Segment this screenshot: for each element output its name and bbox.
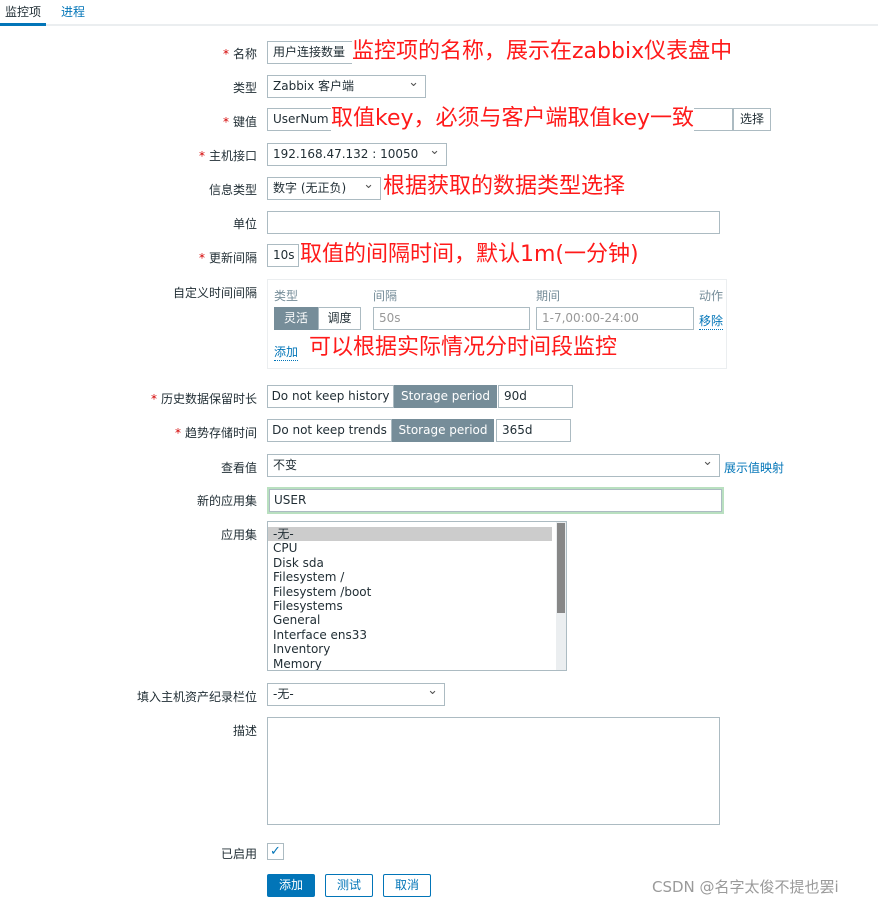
inventory-select[interactable]: -无- <box>267 683 445 706</box>
key-annotation: 取值key，必须与客户端取值key一致 <box>331 106 695 132</box>
application-option[interactable]: Inventory <box>268 642 566 656</box>
application-option[interactable]: -无- <box>268 527 552 542</box>
value-mapping-link[interactable]: 展示值映射 <box>724 459 784 476</box>
header-period: 期间 <box>536 289 561 303</box>
name-label: * 名称 <box>222 47 257 61</box>
interval-input[interactable]: 50s <box>373 307 530 330</box>
cancel-button[interactable]: 取消 <box>383 874 431 897</box>
add-interval-link[interactable]: 添加 <box>274 343 299 361</box>
units-input[interactable] <box>267 211 720 234</box>
trends-storage-button[interactable]: Storage period <box>392 419 494 442</box>
applications-listbox[interactable]: -无- CPU Disk sda Filesystem / Filesystem /bo… <box>267 521 567 671</box>
trends-input[interactable]: 365d <box>496 419 571 442</box>
custom-intervals-table: 类型 间隔 期间 动作 灵活 调度 50s 1-7,00:00-24:00 移除… <box>267 279 727 369</box>
custom-intervals-annotation: 可以根据实际情况分时间段监控 <box>309 335 618 360</box>
application-option[interactable]: Filesystem /boot <box>268 585 566 599</box>
info-type-select[interactable]: 数字 (无正负) <box>267 177 381 200</box>
application-option[interactable]: Memory <box>268 657 566 670</box>
history-input[interactable]: 90d <box>498 385 573 408</box>
history-storage-button[interactable]: Storage period <box>394 385 497 408</box>
trends-no-keep-button[interactable]: Do not keep trends <box>267 419 392 442</box>
type-select[interactable]: Zabbix 客户端 <box>267 75 426 98</box>
show-value-value: 不变 <box>273 458 298 472</box>
application-option[interactable]: Disk sda <box>268 556 566 570</box>
units-label: 单位 <box>232 217 257 231</box>
history-no-keep-button[interactable]: Do not keep history <box>267 385 394 408</box>
inventory-label: 填入主机资产纪录栏位 <box>136 690 257 704</box>
tab-item[interactable]: 监控项 <box>0 3 47 26</box>
show-value-label: 查看值 <box>220 461 257 475</box>
scrollbar[interactable] <box>556 522 566 670</box>
check-icon: ✓ <box>270 844 281 859</box>
tab-processing[interactable]: 进程 <box>61 3 85 20</box>
new-app-label: 新的应用集 <box>196 494 257 508</box>
scheduling-toggle[interactable]: 调度 <box>318 307 361 330</box>
applications-label: 应用集 <box>220 528 257 542</box>
application-option[interactable]: CPU <box>268 541 566 555</box>
add-button[interactable]: 添加 <box>267 874 315 897</box>
interface-select[interactable]: 192.168.47.132 : 10050 <box>267 143 447 166</box>
application-option[interactable]: Filesystem / <box>268 570 566 584</box>
type-label: 类型 <box>232 81 257 95</box>
inventory-value: -无- <box>273 687 294 701</box>
remove-link[interactable]: 移除 <box>699 312 724 330</box>
type-value: Zabbix 客户端 <box>273 79 355 93</box>
interface-label: * 主机接口 <box>198 149 257 163</box>
application-option[interactable]: Filesystems <box>268 599 566 613</box>
custom-intervals-label: 自定义时间间隔 <box>172 286 257 300</box>
test-button[interactable]: 测试 <box>325 874 373 897</box>
application-option[interactable]: Interface ens33 <box>268 628 566 642</box>
scrollbar-thumb[interactable] <box>557 523 565 613</box>
enabled-label: 已启用 <box>220 847 257 861</box>
info-type-annotation: 根据获取的数据类型选择 <box>383 174 626 199</box>
description-textarea[interactable] <box>267 717 720 825</box>
header-interval: 间隔 <box>373 289 398 303</box>
enabled-checkbox[interactable]: ✓ <box>267 843 284 860</box>
name-annotation: 监控项的名称，展示在zabbix仪表盘中 <box>352 39 733 65</box>
trends-label: * 趋势存储时间 <box>174 426 257 440</box>
show-value-select[interactable]: 不变 <box>267 454 720 477</box>
info-type-label: 信息类型 <box>208 183 257 197</box>
tab-bar: 监控项 进程 <box>0 0 878 26</box>
info-type-value: 数字 (无正负) <box>273 181 347 195</box>
flexible-toggle[interactable]: 灵活 <box>274 307 318 330</box>
key-label: * 键值 <box>222 115 257 129</box>
new-app-input[interactable]: USER <box>267 487 724 514</box>
application-option[interactable]: General <box>268 613 566 627</box>
header-type: 类型 <box>274 289 299 303</box>
history-label: * 历史数据保留时长 <box>150 392 257 406</box>
watermark: CSDN @名字太俊不提也罢i <box>652 878 839 896</box>
interface-value: 192.168.47.132 : 10050 <box>273 147 419 161</box>
description-label: 描述 <box>232 724 257 738</box>
update-interval-input[interactable]: 10s <box>267 244 299 267</box>
key-select-button[interactable]: 选择 <box>733 108 771 131</box>
header-action: 动作 <box>699 289 724 303</box>
update-interval-label: * 更新间隔 <box>198 251 257 265</box>
period-input[interactable]: 1-7,00:00-24:00 <box>536 307 694 330</box>
update-interval-annotation: 取值的间隔时间，默认1m(一分钟) <box>300 242 639 267</box>
